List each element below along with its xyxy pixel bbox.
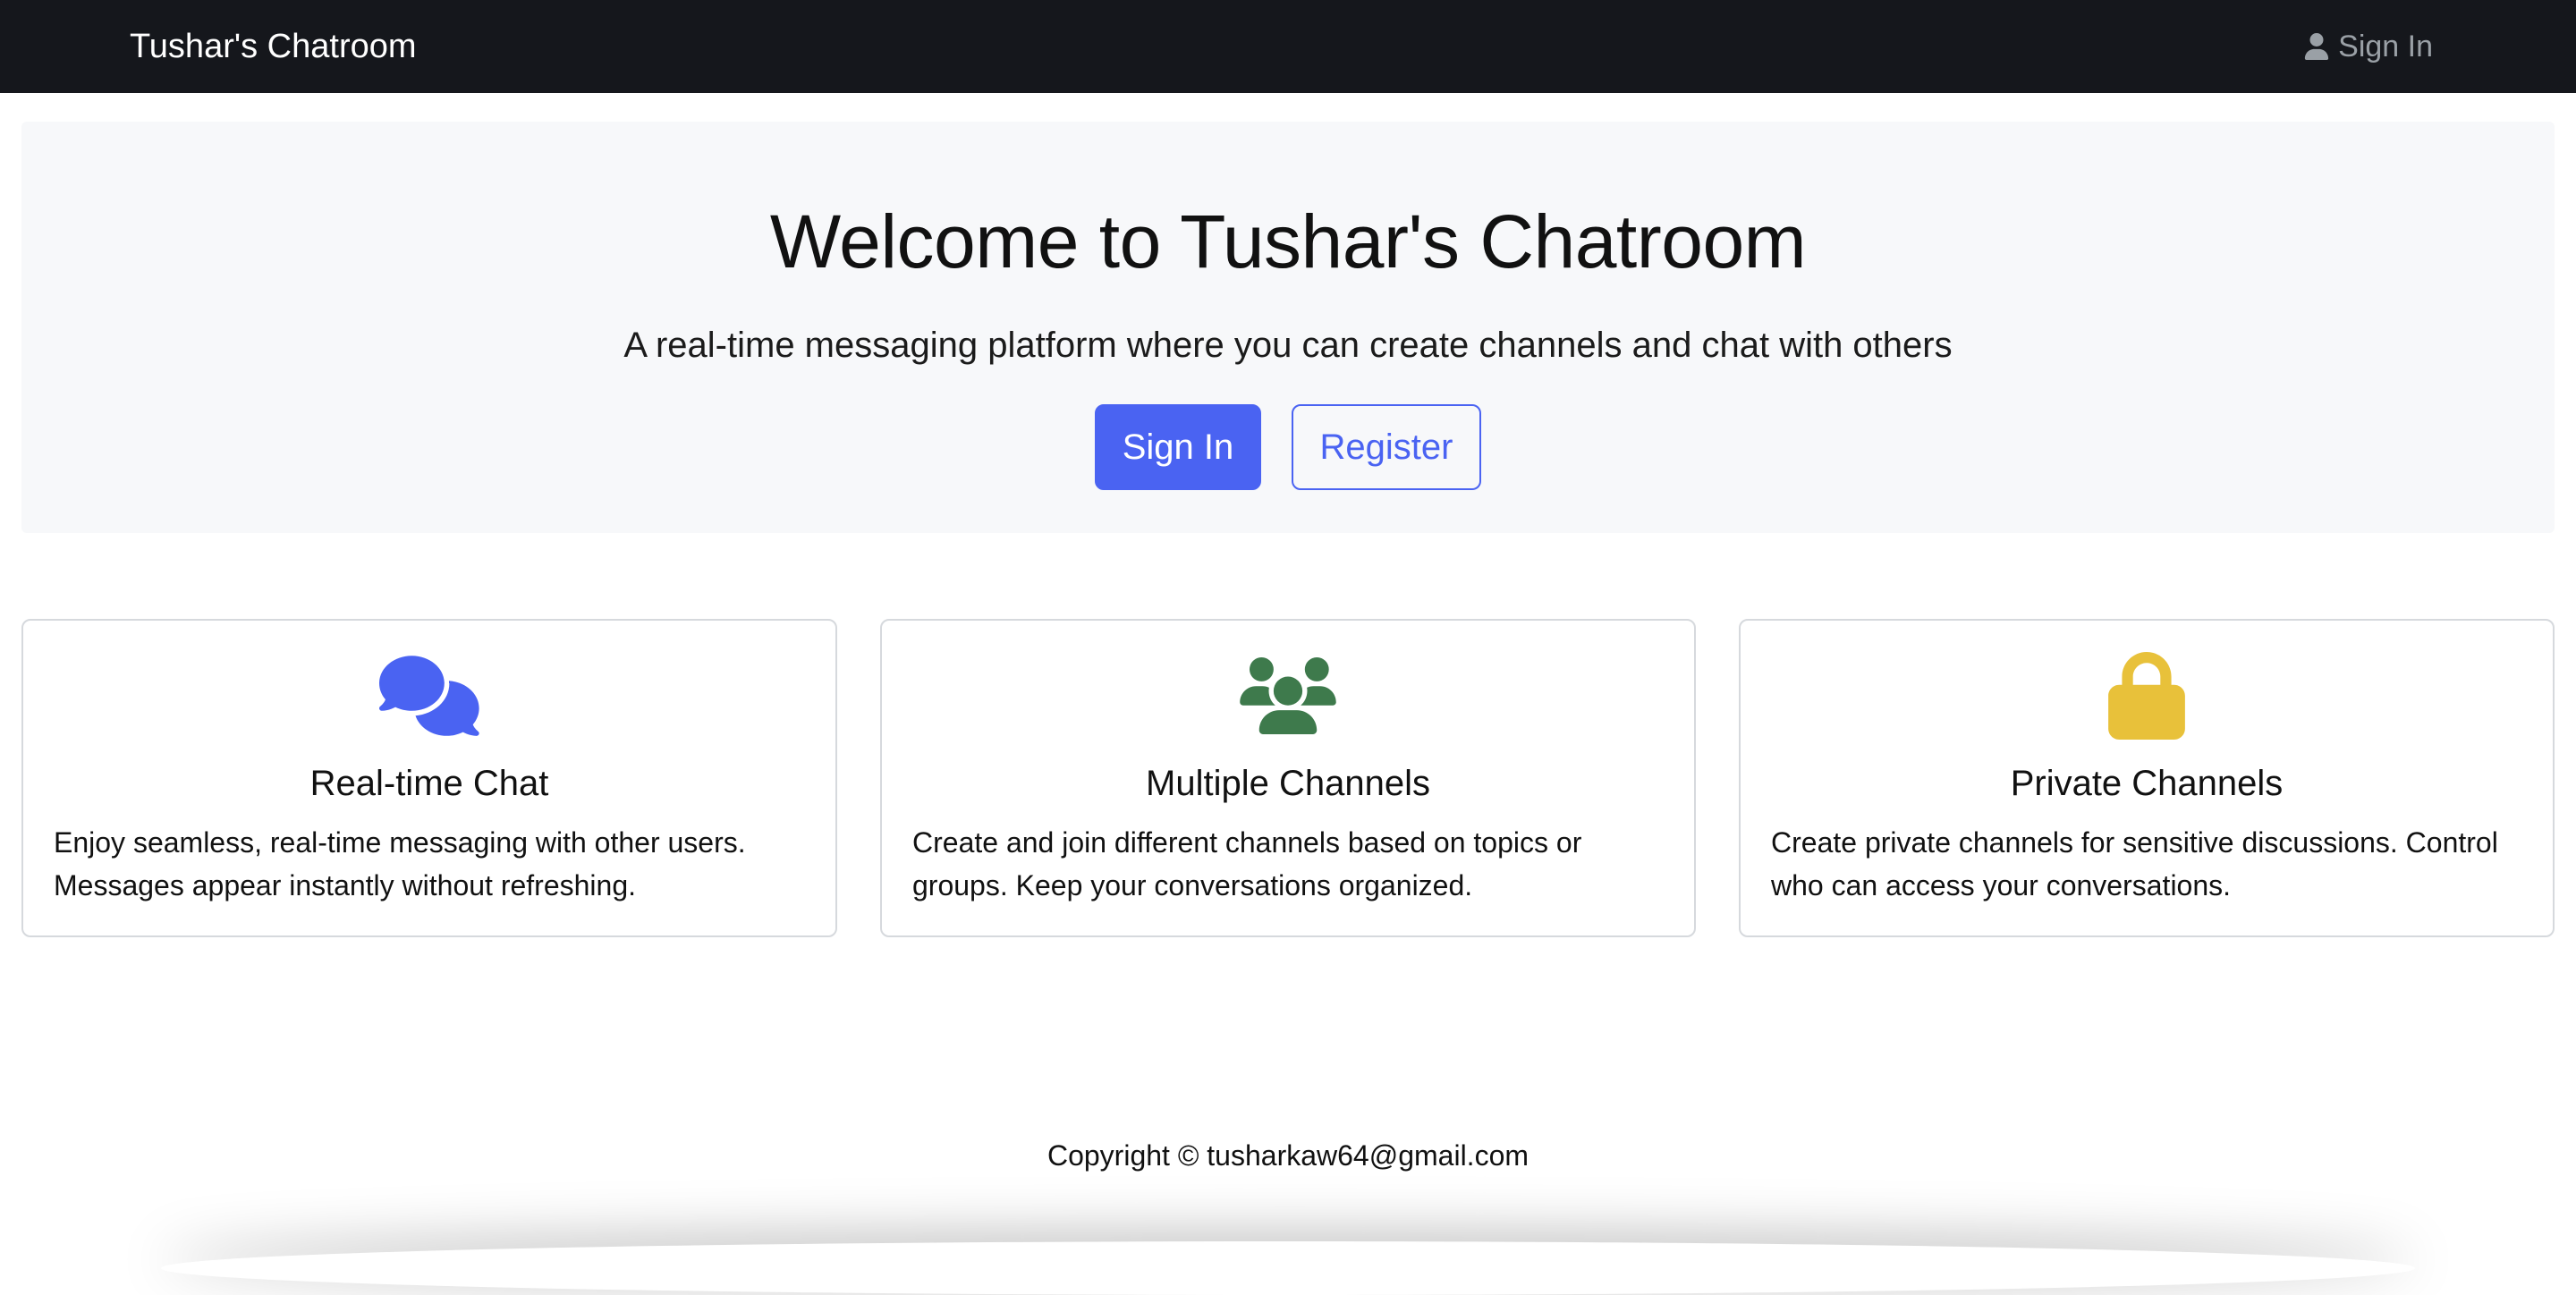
register-button[interactable]: Register xyxy=(1292,404,1481,490)
nav-signin-link[interactable]: Sign In xyxy=(2304,0,2433,93)
lock-icon xyxy=(1741,653,2553,739)
users-icon xyxy=(882,653,1694,739)
feature-title: Private Channels xyxy=(1741,764,2553,804)
hero-section: Welcome to Tushar's Chatroom A real-time… xyxy=(21,122,2555,533)
nav-signin-label: Sign In xyxy=(2338,30,2433,64)
feature-card-private-channels: Private Channels Create private channels… xyxy=(1739,619,2555,937)
feature-description: Create private channels for sensitive di… xyxy=(1771,821,2526,907)
feature-card-realtime-chat: Real-time Chat Enjoy seamless, real-time… xyxy=(21,619,837,937)
bottom-edge-shadow xyxy=(161,1241,2415,1295)
feature-description: Create and join different channels based… xyxy=(912,821,1667,907)
feature-description: Enjoy seamless, real-time messaging with… xyxy=(54,821,809,907)
features-section: Real-time Chat Enjoy seamless, real-time… xyxy=(21,619,2555,937)
comments-icon xyxy=(23,653,835,739)
feature-title: Real-time Chat xyxy=(23,764,835,804)
hero-actions: Sign In Register xyxy=(21,404,2555,490)
footer-copyright: Copyright © tusharkaw64@gmail.com xyxy=(0,1139,2576,1172)
hero-subtitle: A real-time messaging platform where you… xyxy=(21,326,2555,366)
brand-link[interactable]: Tushar's Chatroom xyxy=(130,0,417,93)
feature-title: Multiple Channels xyxy=(882,764,1694,804)
user-icon xyxy=(2304,33,2329,60)
top-navbar: Tushar's Chatroom Sign In xyxy=(0,0,2576,93)
feature-card-multiple-channels: Multiple Channels Create and join differ… xyxy=(880,619,1696,937)
hero-title: Welcome to Tushar's Chatroom xyxy=(21,199,2555,285)
signin-button[interactable]: Sign In xyxy=(1095,404,1261,490)
